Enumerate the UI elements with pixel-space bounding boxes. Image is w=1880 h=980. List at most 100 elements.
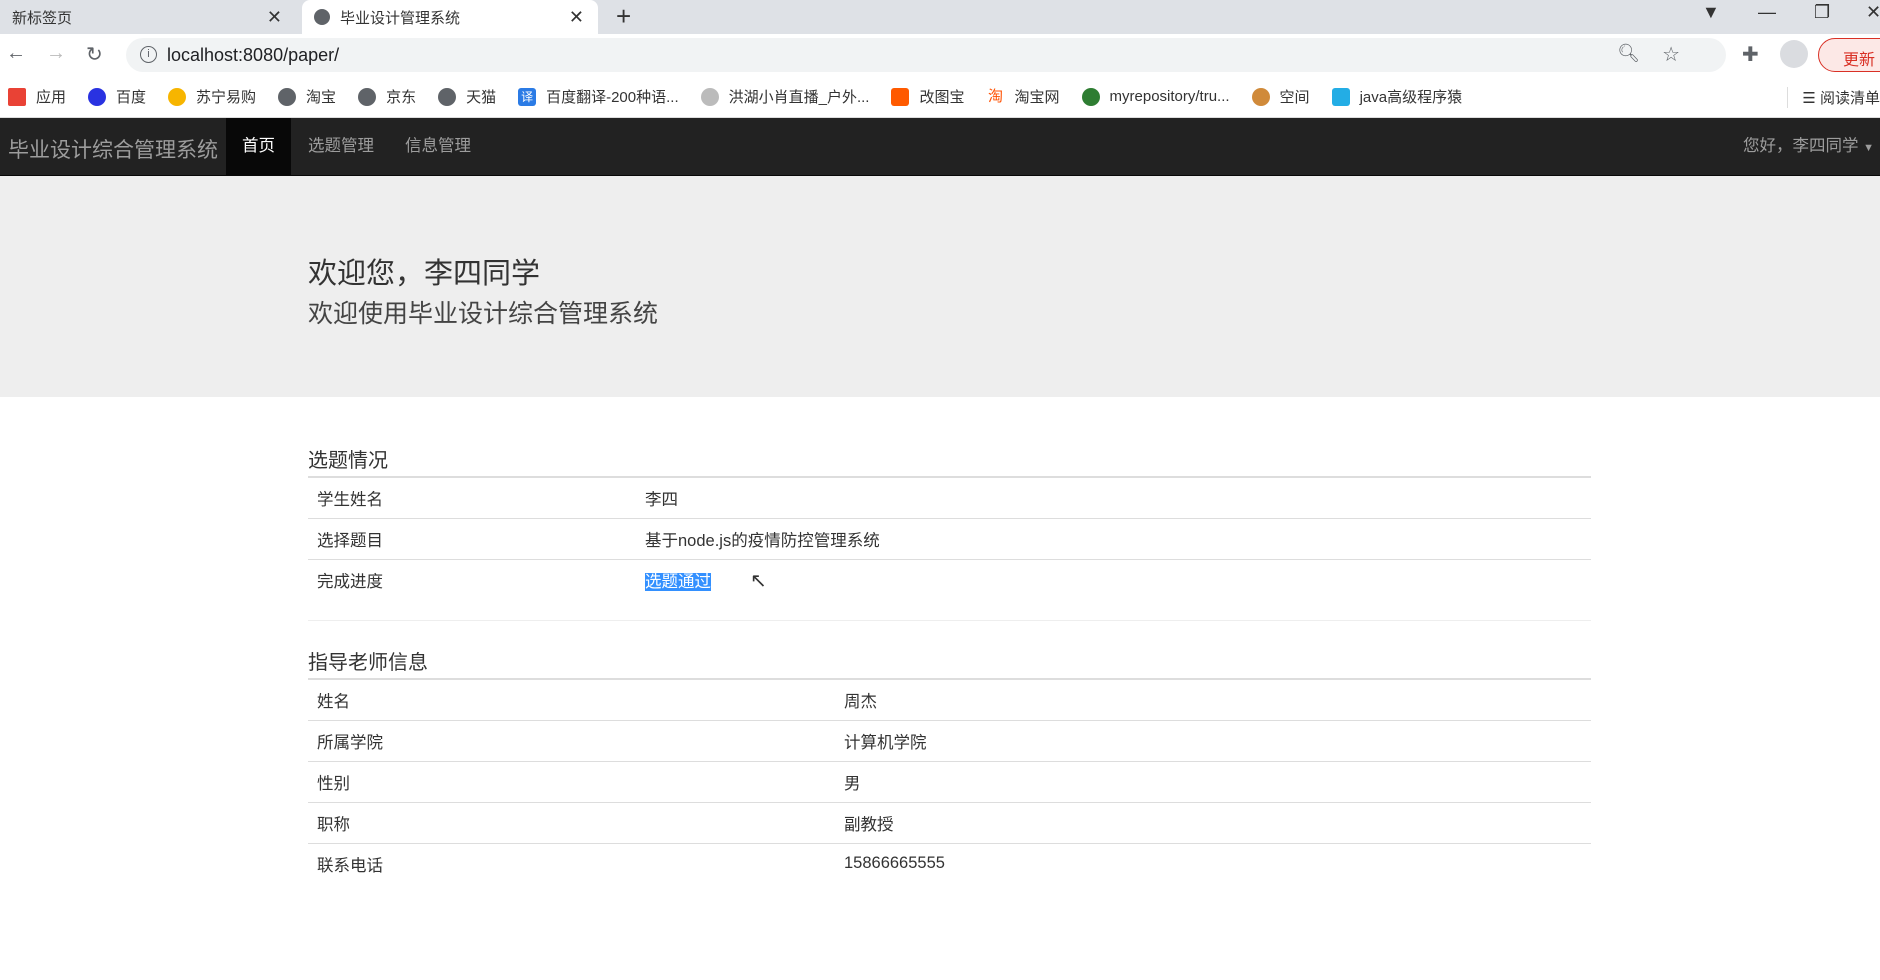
restore-icon[interactable]: ❐ (1814, 2, 1830, 23)
caret-down-icon: ▼ (1863, 142, 1874, 154)
teacher-table: 姓名 周杰 所属学院 计算机学院 性别男 职称 副教授 联系电话 15866665555 (308, 678, 1591, 884)
new-tab-plus-icon[interactable]: + (616, 1, 631, 32)
bookmark-item[interactable]: 淘淘宝网 (987, 86, 1060, 107)
bookmark-label: java高级程序猿 (1359, 89, 1463, 106)
row-value: 副教授 (835, 802, 1591, 844)
bilibili-icon (1331, 87, 1350, 106)
table-row: 所属学院 计算机学院 (308, 720, 1591, 762)
row-label: 性别 (308, 761, 835, 803)
repository-icon (1081, 87, 1100, 106)
bookmark-item[interactable]: java高级程序猿 (1331, 86, 1463, 107)
welcome-subtitle: 欢迎使用毕业设计综合管理系统 (308, 300, 659, 328)
tab-search-icon[interactable]: ▼ (1702, 2, 1720, 23)
address-bar[interactable]: i localhost:8080/paper/ 🔍︎ ☆ (126, 38, 1726, 72)
minimize-icon[interactable]: — (1758, 2, 1776, 23)
gaitubao-icon (891, 87, 910, 106)
bookmark-label: 改图宝 (919, 89, 965, 106)
reload-icon[interactable]: ↻ (86, 42, 103, 67)
reading-list-button[interactable]: ☰ 阅读清单 (1787, 87, 1880, 108)
bookmark-item[interactable]: 苏宁易购 (168, 86, 256, 107)
row-label: 学生姓名 (308, 477, 636, 519)
table-row: 姓名 周杰 (308, 679, 1591, 721)
row-value: 男 (835, 761, 1591, 803)
tab-new-tab[interactable]: 新标签页 ✕ (0, 0, 296, 34)
row-label: 职称 (308, 802, 835, 844)
table-row: 性别男 (308, 761, 1591, 803)
bookmark-item[interactable]: 洪湖小肖直播_户外... (700, 86, 870, 107)
user-greeting: 您好，李四同学 (1743, 137, 1859, 155)
nav-home[interactable]: 首页 (226, 118, 291, 175)
window-close-icon[interactable]: ✕ (1866, 2, 1880, 23)
row-label: 完成进度 (317, 572, 383, 591)
bookmark-item[interactable]: 百度 (88, 86, 146, 107)
mouse-cursor-icon: ↖ (750, 570, 767, 592)
section-heading: 选题情况 (308, 450, 388, 472)
row-value: 李四 (636, 477, 1591, 519)
back-icon[interactable]: ← (6, 42, 26, 65)
info-icon[interactable]: i (140, 46, 157, 63)
globe-icon (358, 87, 377, 106)
profile-avatar[interactable] (1780, 40, 1808, 68)
row-value-cell: 选题通过 (636, 559, 1591, 600)
bookmark-item[interactable]: myrepository/tru... (1081, 87, 1230, 106)
row-label: 选择题目 (308, 518, 636, 560)
bookmark-label: myrepository/tru... (1109, 88, 1230, 105)
bookmark-item[interactable]: 天猫 (438, 86, 496, 107)
bookmark-item[interactable]: 淘宝 (278, 86, 336, 107)
globe-icon (314, 9, 330, 25)
globe-icon (278, 87, 297, 106)
nav-topic-management[interactable]: 选题管理 (292, 118, 390, 175)
bookmark-label: 京东 (386, 89, 417, 106)
qzone-icon (1251, 87, 1270, 106)
bookmark-label: 洪湖小肖直播_户外... (728, 89, 870, 106)
row-value: 15866665555 (844, 854, 945, 873)
bird-icon (700, 87, 719, 106)
translate-icon: 译 (518, 87, 537, 106)
baidu-icon (88, 87, 107, 106)
bookmark-item[interactable]: 空间 (1251, 86, 1310, 107)
bookmark-label: 淘宝网 (1014, 89, 1060, 106)
navbar-brand[interactable]: 毕业设计综合管理系统 (8, 134, 218, 164)
bookmark-label: 百度 (116, 89, 147, 106)
tab-strip: 新标签页 ✕ 毕业设计管理系统 ✕ + ▼ — ❐ ✕ (0, 0, 1880, 34)
row-label: 所属学院 (308, 720, 835, 762)
star-icon[interactable]: ☆ (1662, 42, 1680, 67)
user-dropdown[interactable]: 您好，李四同学 ▼ (1743, 118, 1874, 177)
zoom-icon[interactable]: 🔍︎ (1617, 43, 1640, 64)
bookmark-item[interactable]: 改图宝 (891, 86, 965, 107)
bookmark-label: 百度翻译-200种语... (546, 89, 679, 106)
extensions-icon[interactable]: ✚ (1742, 42, 1759, 67)
bookmark-label: 天猫 (466, 89, 497, 106)
row-value: 计算机学院 (835, 720, 1591, 762)
row-value: 基于node.js的疫情防控管理系统 (636, 518, 1591, 560)
close-icon[interactable]: ✕ (569, 7, 584, 28)
nav-info-management[interactable]: 信息管理 (389, 118, 487, 175)
row-label: 联系电话 (317, 856, 383, 875)
bookmark-item[interactable]: 译百度翻译-200种语... (518, 86, 679, 107)
update-button[interactable]: 更新 (1818, 38, 1880, 72)
navbar: 毕业设计综合管理系统 首页 选题管理 信息管理 您好，李四同学 ▼ (0, 118, 1880, 176)
bookmark-label: 淘宝 (306, 89, 337, 106)
bookmark-label: 应用 (36, 89, 67, 106)
table-row: 学生姓名 李四 (308, 477, 1591, 519)
bookmark-apps[interactable]: 应用 (8, 86, 66, 107)
bookmark-item[interactable]: 京东 (358, 86, 416, 107)
taobao-icon: 淘 (987, 87, 1003, 105)
url-text[interactable]: localhost:8080/paper/ (167, 45, 339, 66)
tab-active[interactable]: 毕业设计管理系统 ✕ (302, 0, 598, 34)
welcome-title: 欢迎您，李四同学 (308, 258, 541, 290)
row-value: 周杰 (835, 679, 1591, 721)
browser-toolbar: ← → ↻ i localhost:8080/paper/ 🔍︎ ☆ ✚ 更新 (0, 34, 1880, 76)
topic-section: 选题情况 学生姓名 李四 选择题目 基于node.js的疫情防控管理系统 完成进度 选… (308, 444, 1591, 600)
table-row: 职称 副教授 (308, 802, 1591, 844)
suning-icon (168, 87, 187, 106)
section-heading: 指导老师信息 (308, 652, 428, 674)
apps-grid-icon (8, 87, 26, 106)
table-row: 选择题目 基于node.js的疫情防控管理系统 (308, 518, 1591, 560)
reading-list-label: 阅读清单 (1819, 90, 1880, 107)
table-row: 完成进度 选题通过 (308, 559, 1591, 600)
tab-title: 新标签页 (12, 9, 73, 27)
close-icon[interactable]: ✕ (267, 7, 282, 28)
teacher-section: 指导老师信息 姓名 周杰 所属学院 计算机学院 性别男 职称 副教授 联系电话 1586… (308, 646, 1591, 884)
forward-icon[interactable]: → (46, 42, 66, 65)
